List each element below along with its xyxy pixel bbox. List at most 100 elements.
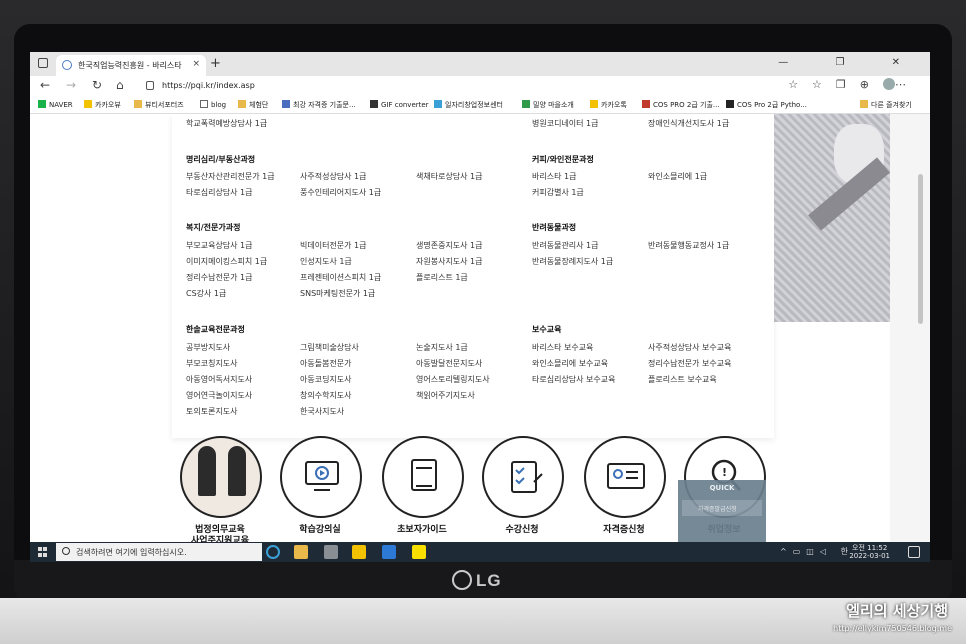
menu-item[interactable]: 타로심리상담사 1급 (186, 187, 253, 198)
menu-item[interactable]: 바리스타 1급 (532, 171, 576, 182)
menu-item[interactable]: 그림책미술상담사 (300, 342, 359, 353)
quick-title: QUICK (709, 484, 735, 492)
menu-item[interactable]: 아동돌봄전문가 (300, 358, 352, 369)
ime-indicator[interactable]: 한 (841, 546, 848, 557)
paint-icon[interactable] (324, 545, 338, 559)
file-explorer-icon[interactable] (294, 545, 308, 559)
menu-item[interactable]: 한국사지도사 (300, 406, 344, 417)
menu-item[interactable]: 책읽어주기지도사 (416, 390, 475, 401)
bookmark-cospro2[interactable]: COS Pro 2급 Pytho... (726, 100, 807, 110)
menu-item[interactable]: 창의수학지도사 (300, 390, 352, 401)
bookmark-cospro1[interactable]: COS PRO 2급 기출... (642, 100, 720, 110)
legal-training-circle[interactable] (180, 436, 262, 518)
new-tab-button[interactable]: + (210, 56, 221, 71)
section-title: 커피/와인전문과정 (532, 155, 594, 164)
bookmark-blog[interactable]: blog (200, 100, 226, 109)
enrollment-circle[interactable] (482, 436, 564, 518)
quick-cert-issue[interactable]: 자격증발급신청 (682, 500, 762, 516)
menu-item[interactable]: 부동산자산관리전문가 1급 (186, 171, 275, 182)
menu-item[interactable]: 와인소믈리에 보수교육 (532, 358, 608, 369)
menu-item[interactable]: 플로리스트 1급 (416, 272, 468, 283)
menu-item[interactable]: 토의토론지도사 (186, 406, 238, 417)
window-controls[interactable]: — ❐ ✕ (778, 57, 922, 68)
refresh-icon[interactable]: ↻ (92, 78, 102, 92)
beginner-guide-circle[interactable] (382, 436, 464, 518)
tab-actions-icon[interactable] (38, 58, 48, 68)
bookmark-kakaotalk[interactable]: 카카오톡 (590, 100, 627, 110)
menu-item[interactable]: 반려동물행동교정사 1급 (648, 240, 729, 251)
menu-item[interactable]: 생명존중지도사 1급 (416, 240, 483, 251)
bookmark-experience[interactable]: 체험단 (238, 100, 268, 110)
taskbar-search-input[interactable]: 검색하려면 여기에 입력하십시오. (56, 543, 262, 561)
active-tab[interactable]: 한국직업능력진흥원 - 바리스타 × (56, 55, 206, 76)
menu-item[interactable]: 학교폭력예방상담사 1급 (186, 118, 267, 129)
menu-item[interactable]: 영어스토리텔링지도사 (416, 374, 490, 385)
bookmark-other[interactable]: 다른 즐겨찾기 (860, 100, 912, 110)
close-tab-icon[interactable]: × (192, 59, 200, 69)
vscode-icon[interactable] (382, 545, 396, 559)
folder-icon (860, 100, 868, 108)
system-tray-icons[interactable]: ^▭◫◁ (780, 547, 832, 556)
menu-item[interactable]: 사주적성상담사 보수교육 (648, 342, 732, 353)
favicon-icon (62, 60, 72, 70)
lecture-room-circle[interactable] (280, 436, 362, 518)
menu-item[interactable]: 프레젠테이션스피치 1급 (300, 272, 381, 283)
clock[interactable]: 오전 11:52 2022-03-01 (849, 544, 890, 560)
kakaotalk-icon[interactable] (412, 545, 426, 559)
menu-item[interactable]: 부모교육상담사 1급 (186, 240, 253, 251)
bookmark-naver[interactable]: NAVER (38, 100, 73, 109)
bookmark-miryang[interactable]: 밀양 마을소개 (522, 100, 574, 110)
menu-item[interactable]: 커피감별사 1급 (532, 187, 584, 198)
toolbar-icons[interactable]: ☆☆❐⊕ ⋯ (788, 78, 920, 91)
menu-item[interactable]: 인성지도사 1급 (300, 256, 352, 267)
back-icon[interactable]: ← (40, 78, 50, 92)
menu-item[interactable]: 빅데이터전문가 1급 (300, 240, 367, 251)
section-title: 보수교육 (532, 325, 562, 334)
menu-item[interactable]: 와인소믈리에 1급 (648, 171, 707, 182)
menu-item[interactable]: CS강사 1급 (186, 288, 226, 299)
menu-item[interactable]: 색채타로상담사 1급 (416, 171, 483, 182)
bookmark-beauty[interactable]: 뷰티서포터즈 (134, 100, 184, 110)
windows-start-icon[interactable] (38, 547, 48, 557)
menu-item[interactable]: 플로리스트 보수교육 (648, 374, 717, 385)
menu-item[interactable]: 타로심리상담사 보수교육 (532, 374, 616, 385)
menu-item[interactable]: 아동영어독서지도사 (186, 374, 252, 385)
menu-item[interactable]: 자원봉사지도사 1급 (416, 256, 483, 267)
scrollbar-thumb[interactable] (918, 174, 923, 324)
menu-item[interactable]: 논술지도사 1급 (416, 342, 468, 353)
bookmark-gif[interactable]: GIF converter (370, 100, 429, 109)
menu-item[interactable]: 병원코디네이터 1급 (532, 118, 599, 129)
page-icon (200, 100, 208, 108)
menu-item[interactable]: 정리수납전문가 1급 (186, 272, 253, 283)
sticky-notes-icon[interactable] (352, 545, 366, 559)
cospro-icon (726, 100, 734, 108)
menu-item[interactable]: SNS마케팅전문가 1급 (300, 288, 375, 299)
naver-icon (38, 100, 46, 108)
notification-icon[interactable] (908, 546, 920, 558)
bookmark-kakaoview[interactable]: 카카오뷰 (84, 100, 121, 110)
menu-item[interactable]: 반려동물관리사 1급 (532, 240, 599, 251)
quick-panel[interactable]: QUICK 자격증발급신청 (678, 480, 766, 542)
menu-item[interactable]: 부모코칭지도사 (186, 358, 238, 369)
menu-item[interactable]: 공부방지도사 (186, 342, 230, 353)
forward-icon[interactable]: → (66, 78, 76, 92)
menu-item[interactable]: 바리스타 보수교육 (532, 342, 593, 353)
menu-item[interactable]: 사주적성상담사 1급 (300, 171, 367, 182)
menu-item[interactable]: 정리수납전문가 보수교육 (648, 358, 732, 369)
cert-apply-circle[interactable] (584, 436, 666, 518)
profile-avatar[interactable] (883, 78, 895, 90)
edge-icon[interactable] (266, 545, 280, 559)
bookmark-cert[interactable]: 최강 자격증 기출문... (282, 100, 356, 110)
home-icon[interactable]: ⌂ (116, 78, 124, 92)
menu-item[interactable]: 아동코딩지도사 (300, 374, 352, 385)
folder-icon (238, 100, 246, 108)
menu-item[interactable]: 장애인식개선지도사 1급 (648, 118, 729, 129)
url-input[interactable]: https://pqi.kr/index.asp (140, 78, 780, 94)
menu-item[interactable]: 이미지메이킹스피치 1급 (186, 256, 267, 267)
id-card-icon (607, 463, 645, 489)
menu-item[interactable]: 반려동물장례지도사 1급 (532, 256, 613, 267)
menu-item[interactable]: 영어연극놀이지도사 (186, 390, 252, 401)
bookmark-jobs[interactable]: 일자리창업정보센터 (434, 100, 503, 110)
menu-item[interactable]: 풍수인테리어지도사 1급 (300, 187, 381, 198)
menu-item[interactable]: 아동발달전문지도사 (416, 358, 482, 369)
